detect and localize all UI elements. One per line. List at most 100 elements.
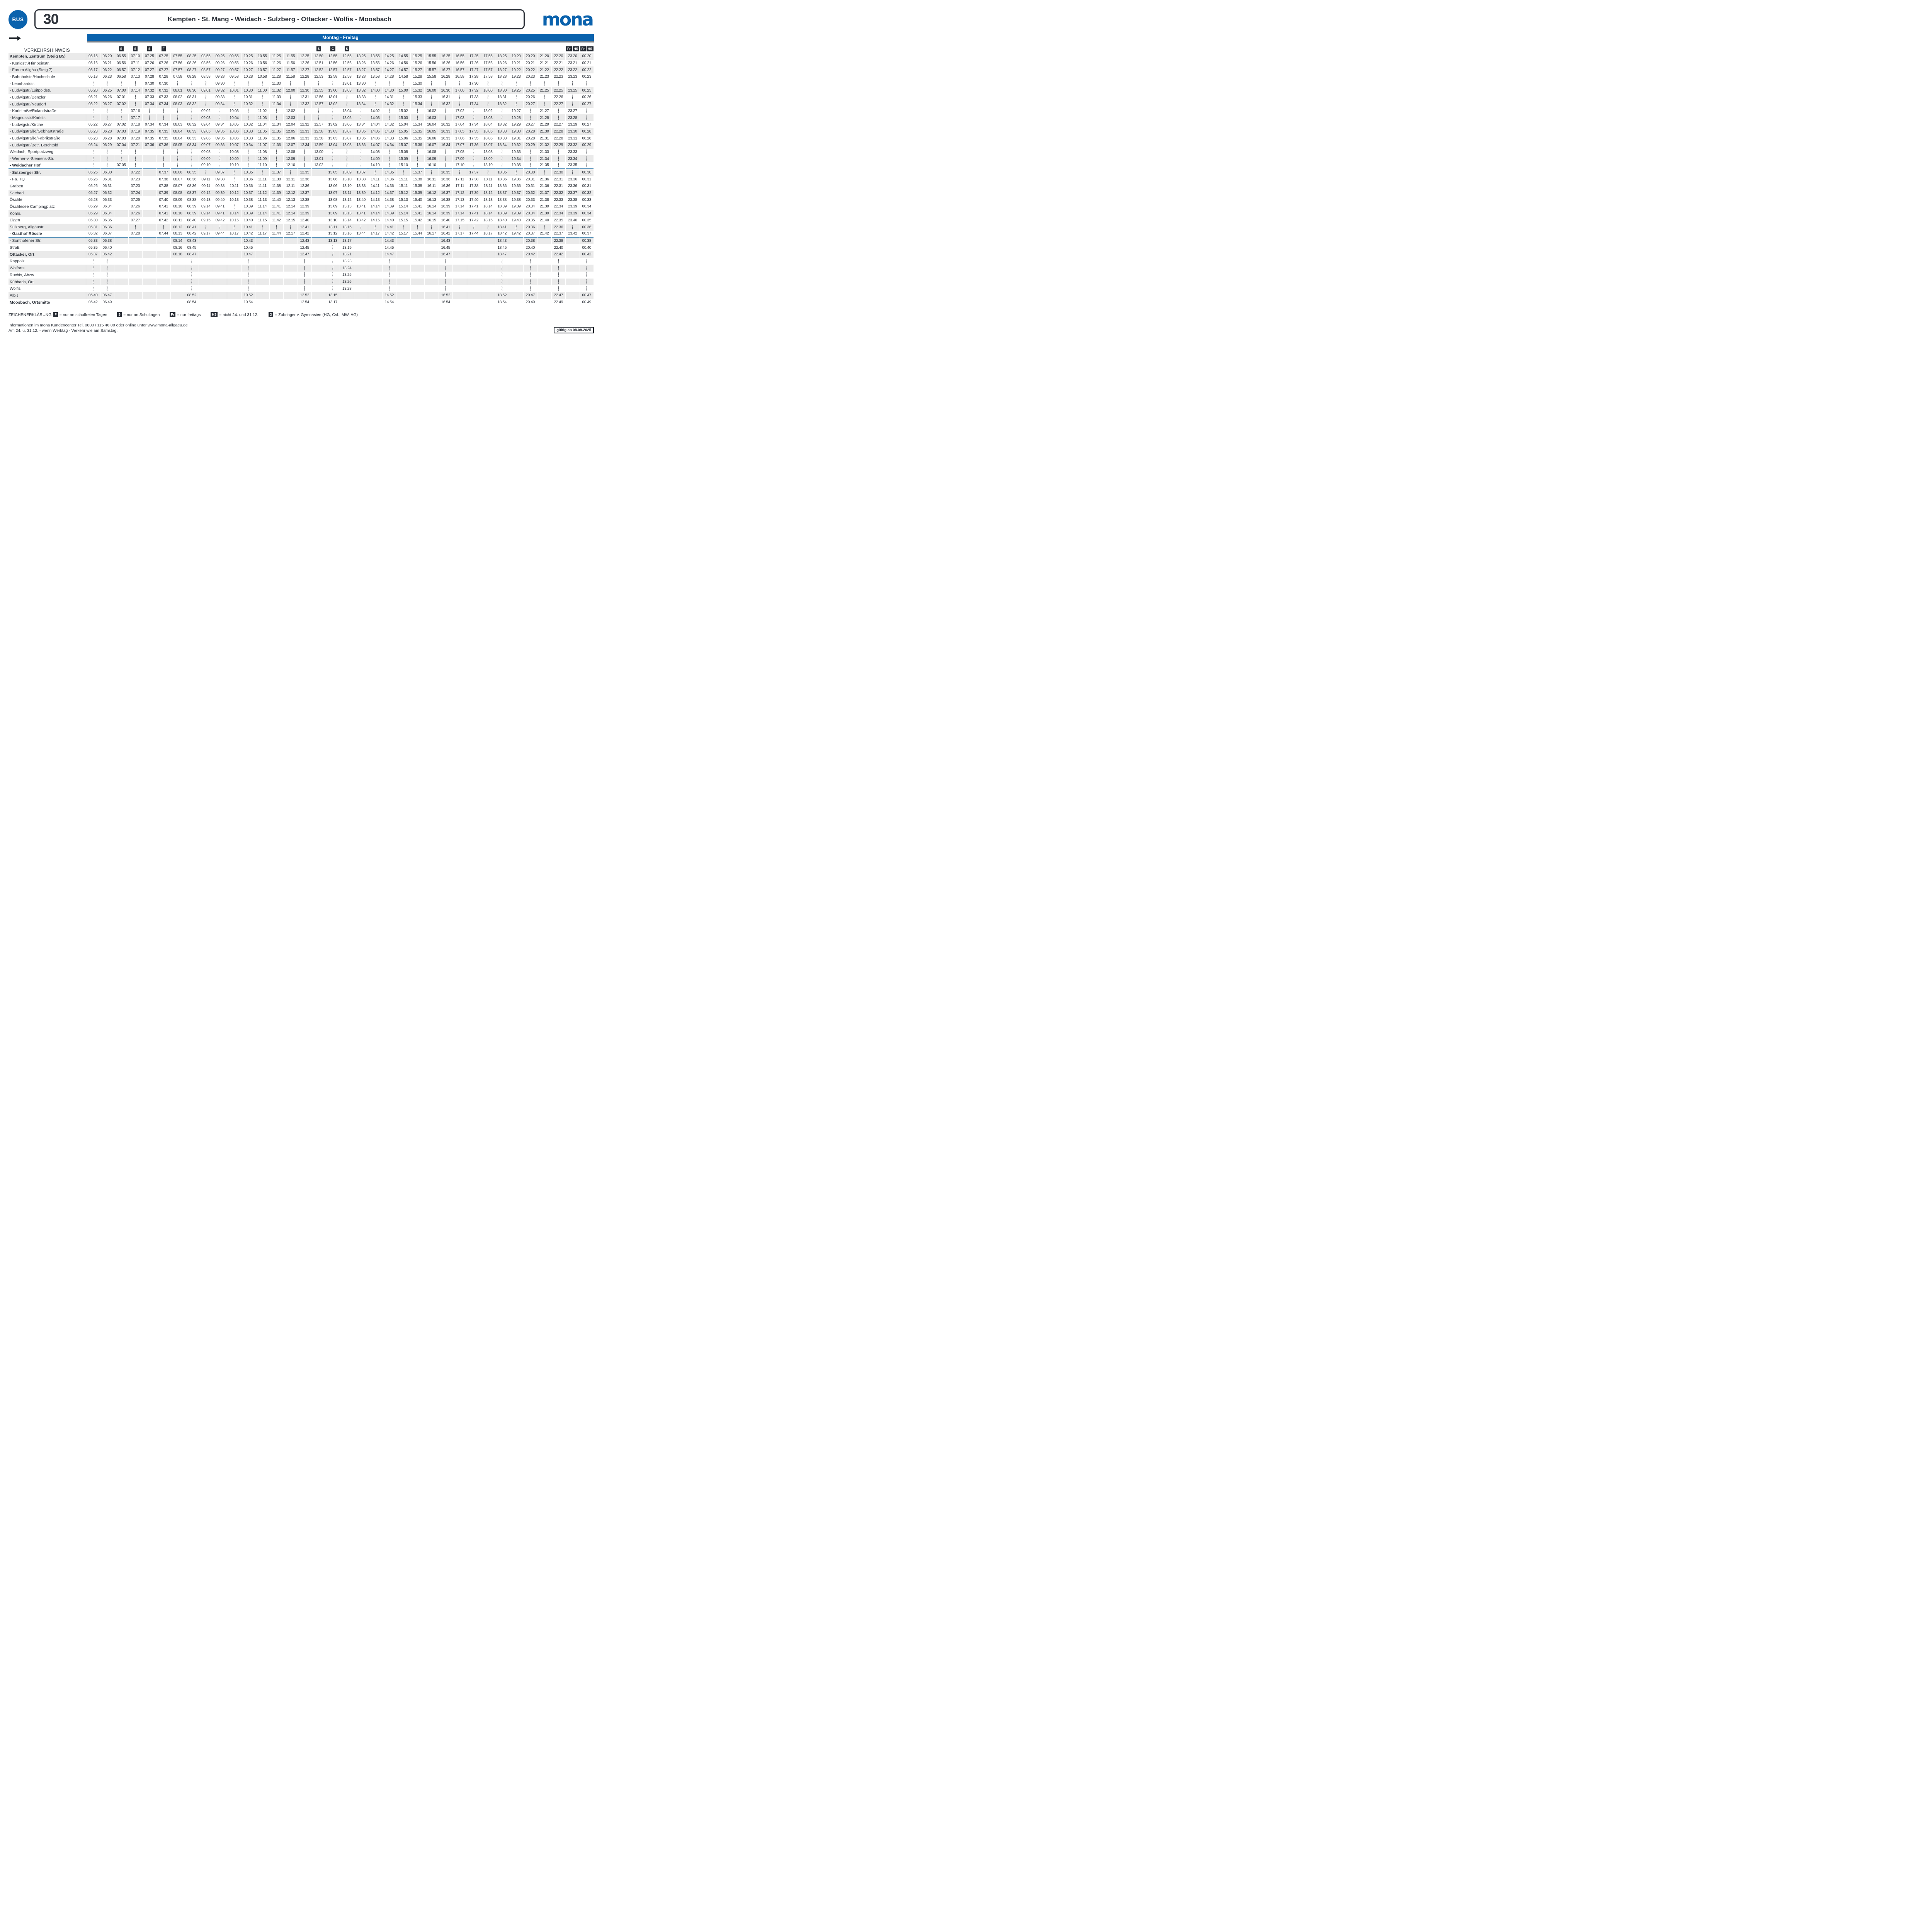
no-stop-wave-icon: ≀	[247, 272, 249, 278]
no-stop-wave-icon: ≀	[346, 94, 348, 100]
time-cell: ≀	[524, 285, 537, 292]
time-cell: ≀	[383, 108, 396, 115]
time-cell: 16.45	[439, 244, 453, 251]
time-cell: ≀	[566, 224, 580, 231]
time-cell: 07.36	[157, 142, 171, 149]
time-cell: 11.39	[270, 190, 284, 197]
time-cell	[114, 244, 128, 251]
time-cell: 10.33	[242, 135, 255, 142]
time-cell: ≀	[227, 169, 241, 176]
time-cell: 07.23	[129, 183, 143, 190]
stop-name: Weidach, Sportplatzweg	[9, 149, 86, 156]
time-cell: ≀	[481, 80, 495, 87]
symbol-cell	[495, 42, 509, 53]
time-cell: 06.20	[100, 53, 114, 60]
time-cell	[284, 258, 298, 265]
time-cell: 09.04	[199, 121, 213, 128]
time-cell: 15.57	[425, 66, 439, 73]
time-cell: ≀	[270, 108, 284, 115]
time-cell: 12.58	[312, 135, 326, 142]
time-cell: ≀	[129, 149, 143, 156]
no-stop-wave-icon: ≀	[106, 279, 108, 285]
time-cell: 07.27	[129, 217, 143, 224]
no-stop-wave-icon: ≀	[134, 224, 136, 230]
time-cell: ≀	[425, 101, 439, 108]
time-cell: 21.33	[537, 149, 551, 156]
no-stop-wave-icon: ≀	[205, 169, 207, 176]
time-cell: 18.12	[481, 190, 495, 197]
time-cell: ≀	[242, 265, 255, 272]
time-cell: 14.25	[383, 53, 396, 60]
time-cell: 15.09	[396, 155, 410, 162]
time-cell: ≀	[100, 285, 114, 292]
time-cell: 23.42	[566, 231, 580, 238]
no-stop-wave-icon: ≀	[572, 169, 573, 176]
time-cell: 14.36	[383, 183, 396, 190]
time-cell: 18.11	[481, 183, 495, 190]
time-cell: 05.26	[86, 183, 100, 190]
time-cell	[143, 155, 156, 162]
time-cell: ≀	[312, 114, 326, 121]
time-cell: 18.03	[481, 114, 495, 121]
time-cell: 12.12	[284, 190, 298, 197]
time-cell: 10.31	[242, 94, 255, 101]
time-cell: 10.45	[242, 244, 255, 251]
time-cell: 19.29	[509, 121, 523, 128]
time-cell: 10.36	[242, 176, 255, 183]
time-cell: ≀	[439, 265, 453, 272]
time-cell: 18.14	[481, 203, 495, 210]
no-stop-wave-icon: ≀	[417, 155, 418, 162]
direction-cell	[9, 34, 87, 42]
time-cell: 06.27	[100, 101, 114, 108]
time-cell: ≀	[157, 108, 171, 115]
no-stop-wave-icon: ≀	[233, 203, 235, 210]
time-cell: ≀	[86, 155, 100, 162]
no-stop-wave-icon: ≀	[388, 265, 390, 271]
time-cell: 09.08	[199, 149, 213, 156]
time-cell: 14.47	[383, 251, 396, 258]
time-cell: ≀	[298, 114, 312, 121]
no-stop-wave-icon: ≀	[558, 155, 559, 162]
time-cell: 06.57	[114, 66, 128, 73]
time-cell: 08.04	[171, 135, 185, 142]
time-cell: 12.36	[298, 176, 312, 183]
time-cell	[312, 279, 326, 285]
time-cell: 15.58	[425, 73, 439, 80]
time-cell: ≀	[298, 162, 312, 169]
stop-name: - Sonthofener Str.	[9, 238, 86, 245]
time-cell	[537, 265, 551, 272]
no-stop-wave-icon: ≀	[290, 101, 291, 107]
time-cell: 14.39	[383, 203, 396, 210]
time-cell: 05.18	[86, 73, 100, 80]
time-cell: 18.11	[481, 176, 495, 183]
time-cell: 08.05	[171, 142, 185, 149]
time-cell: ≀	[354, 108, 368, 115]
time-cell	[284, 279, 298, 285]
time-cell: 08.57	[199, 66, 213, 73]
time-cell: 07.35	[143, 135, 156, 142]
time-cell: 11.41	[270, 203, 284, 210]
no-stop-wave-icon: ≀	[121, 108, 122, 114]
time-cell: 14.39	[383, 210, 396, 217]
time-cell	[129, 279, 143, 285]
time-cell: 14.26	[383, 60, 396, 67]
time-cell	[411, 299, 425, 306]
time-cell	[396, 258, 410, 265]
legend-item: Fr= nur freitags	[170, 312, 201, 317]
time-cell: 05.23	[86, 128, 100, 135]
no-stop-wave-icon: ≀	[529, 80, 531, 87]
time-cell	[171, 265, 185, 272]
time-cell	[396, 251, 410, 258]
time-cell: 00.25	[580, 87, 594, 94]
stop-row: Seebad05.2706.3207.2407.3908.0808.3709.1…	[9, 190, 594, 197]
time-cell: 10.12	[227, 190, 241, 197]
no-stop-wave-icon: ≀	[332, 114, 333, 121]
time-cell	[143, 169, 156, 176]
no-stop-wave-icon: ≀	[332, 265, 333, 271]
time-cell: 11.30	[270, 80, 284, 87]
time-cell: 05.20	[86, 87, 100, 94]
time-cell: ≀	[495, 80, 509, 87]
time-cell: ≀	[552, 258, 566, 265]
time-cell: ≀	[199, 94, 213, 101]
time-cell	[537, 299, 551, 306]
